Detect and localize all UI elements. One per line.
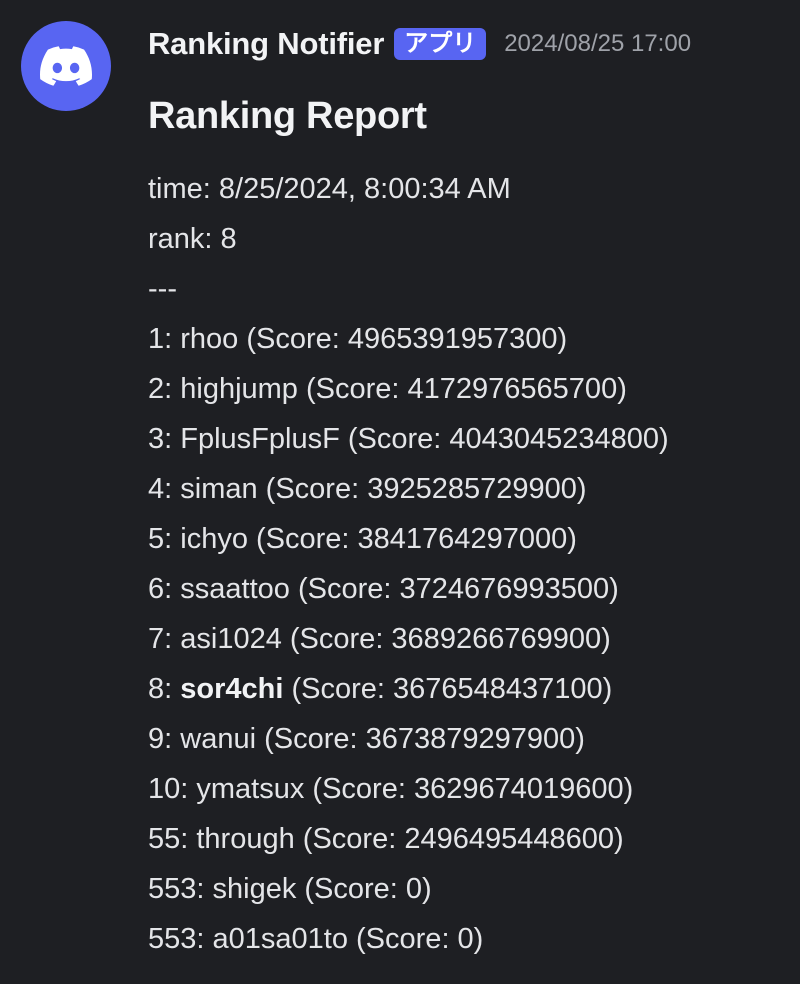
report-time-line: time: 8/25/2024, 8:00:34 AM xyxy=(148,173,511,205)
ranking-entry: 5: ichyo (Score: 3841764297000) xyxy=(148,514,788,564)
ranking-entry: 553: shigek (Score: 0) xyxy=(148,864,788,914)
ranking-entry: 9: wanui (Score: 3673879297900) xyxy=(148,714,788,764)
discord-logo-icon xyxy=(40,46,92,86)
ranking-entry-username: asi1024 xyxy=(180,623,282,655)
ranking-entry-username: shigek xyxy=(212,873,297,905)
app-badge: アプリ xyxy=(394,28,487,60)
ranking-entry-score: (Score: 3724676993500) xyxy=(289,573,619,605)
ranking-entry: 7: asi1024 (Score: 3689266769900) xyxy=(148,614,788,664)
ranking-list: 1: rhoo (Score: 4965391957300) 2: highjum… xyxy=(148,314,788,964)
ranking-entry-position: 4: xyxy=(148,473,181,505)
ranking-entry-position: 553: xyxy=(148,873,213,905)
ranking-entry-username: ssaattoo xyxy=(180,573,290,605)
ranking-entry: 55: through (Score: 2496495448600) xyxy=(148,814,788,864)
ranking-entry-score: (Score: 0) xyxy=(296,873,432,905)
message-content: Ranking Report time: 8/25/2024, 8:00:34 … xyxy=(148,90,788,964)
message-timestamp[interactable]: 2024/08/25 17:00 xyxy=(504,30,691,58)
ranking-entry-username: ymatsux xyxy=(196,773,305,805)
ranking-entry-score: (Score: 3925285729900) xyxy=(257,473,587,505)
ranking-entry-username: ichyo xyxy=(180,523,248,555)
chat-message: Ranking Notifier アプリ 2024/08/25 17:00 Ra… xyxy=(0,0,800,984)
ranking-entry-score: (Score: 0) xyxy=(347,923,484,955)
ranking-entry-score: (Score: 2496495448600) xyxy=(294,823,624,855)
report-rank-line: rank: 8 xyxy=(148,223,237,255)
ranking-entry-score: (Score: 3673879297900) xyxy=(256,723,585,755)
ranking-entry-username: rhoo xyxy=(180,323,239,355)
ranking-entry-position: 2: xyxy=(148,373,181,405)
ranking-entry-username: a01sa01to xyxy=(212,923,348,955)
ranking-entry-position: 5: xyxy=(148,523,181,555)
ranking-entry: 553: a01sa01to (Score: 0) xyxy=(148,914,788,964)
ranking-entry-score: (Score: 3841764297000) xyxy=(247,523,577,555)
ranking-entry-position: 10: xyxy=(148,773,197,805)
ranking-entry-position: 6: xyxy=(148,573,181,605)
ranking-entry-position: 9: xyxy=(148,723,181,755)
ranking-entry-score: (Score: 4172976565700) xyxy=(297,373,627,405)
ranking-entry-position: 7: xyxy=(148,623,181,655)
ranking-entry-position: 55: xyxy=(148,823,197,855)
ranking-entry-username: FplusFplusF xyxy=(180,423,340,455)
ranking-entry-score: (Score: 3689266769900) xyxy=(281,623,611,655)
ranking-entry: 3: FplusFplusF (Score: 4043045234800) xyxy=(148,414,788,464)
report-title: Ranking Report xyxy=(148,95,427,137)
ranking-entry-username: siman xyxy=(180,473,258,505)
ranking-entry-score: (Score: 4043045234800) xyxy=(339,423,669,455)
ranking-entry-position: 8: xyxy=(148,673,181,705)
ranking-entry-username: through xyxy=(196,823,295,855)
report-separator: --- xyxy=(148,273,177,305)
ranking-entry: 10: ymatsux (Score: 3629674019600) xyxy=(148,764,788,814)
ranking-entry-score: (Score: 3629674019600) xyxy=(304,773,634,805)
author-name[interactable]: Ranking Notifier xyxy=(148,26,384,62)
ranking-entry-username: wanui xyxy=(180,723,257,755)
ranking-entry-position: 553: xyxy=(148,923,213,955)
ranking-entry-username: highjump xyxy=(180,373,298,405)
ranking-entry-position: 3: xyxy=(148,423,181,455)
ranking-entry-position: 1: xyxy=(148,323,181,355)
ranking-entry-username: sor4chi xyxy=(180,673,284,705)
ranking-entry: 8: sor4chi (Score: 3676548437100) xyxy=(148,664,788,714)
avatar[interactable] xyxy=(21,21,111,111)
message-header: Ranking Notifier アプリ 2024/08/25 17:00 xyxy=(148,22,691,66)
ranking-entry: 2: highjump (Score: 4172976565700) xyxy=(148,364,788,414)
ranking-entry: 6: ssaattoo (Score: 3724676993500) xyxy=(148,564,788,614)
ranking-entry-score: (Score: 4965391957300) xyxy=(238,323,568,355)
report-body: time: 8/25/2024, 8:00:34 AM rank: 8 --- … xyxy=(148,164,788,964)
ranking-entry: 4: siman (Score: 3925285729900) xyxy=(148,464,788,514)
ranking-entry: 1: rhoo (Score: 4965391957300) xyxy=(148,314,788,364)
ranking-entry-score: (Score: 3676548437100) xyxy=(283,673,613,705)
